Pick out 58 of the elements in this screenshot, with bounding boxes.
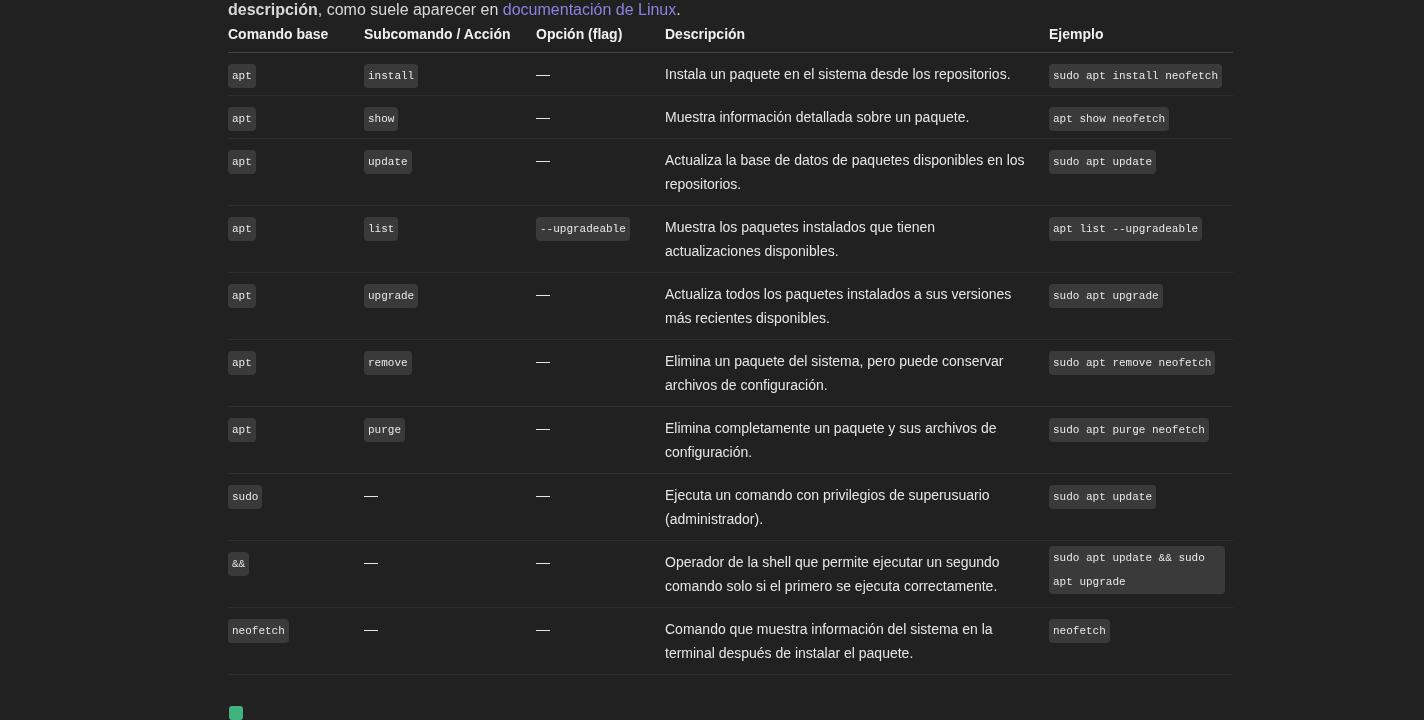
code-snippet: install (364, 64, 419, 88)
column-header: Comando base (228, 26, 329, 42)
description-text: Comando que muestra información del sistema en la terminal después de instalar el paquete. (665, 621, 993, 661)
description-text: Instala un paquete en el sistema desde los repositorios. (665, 66, 1011, 82)
description-text: Muestra información detallada sobre un paquete. (665, 109, 970, 125)
dash-text: — (536, 621, 550, 637)
docs-link[interactable]: documentación de Linux (502, 1, 677, 18)
code-snippet: neofetch (228, 619, 289, 643)
dash-text: — (536, 420, 550, 436)
code-snippet: sudo apt purge neofetch (1049, 418, 1209, 442)
code-snippet: update (364, 150, 412, 174)
code-snippet: apt (228, 351, 256, 375)
code-snippet: purge (364, 418, 405, 442)
dash-text: — (364, 487, 378, 503)
code-snippet: && (228, 552, 250, 576)
dash-text: — (364, 554, 378, 570)
description-text: Elimina un paquete del sistema, pero puede conservar archivos de configuración. (665, 353, 1004, 393)
code-snippet: apt (228, 64, 256, 88)
description-text: Ejecuta un comando con privilegios de superusuario (administrador). (665, 487, 990, 527)
dash-text: — (536, 66, 550, 82)
description-text: Elimina completamente un paquete y sus archivos de configuración. (665, 420, 997, 460)
code-snippet: sudo apt upgrade (1049, 284, 1163, 308)
intro-text: descripción, como suele aparecer en documentación de Linux. (228, 0, 682, 20)
code-snippet: sudo apt update && sudo apt upgrade (1049, 546, 1225, 594)
dash-text: — (536, 353, 550, 369)
dash-text: — (536, 109, 550, 125)
column-header: Subcomando / Acción (364, 26, 511, 42)
description-text: Actualiza la base de datos de paquetes disponibles en los repositorios. (665, 152, 1025, 192)
code-snippet: apt list --upgradeable (1049, 217, 1203, 241)
code-snippet: sudo apt update (1049, 485, 1157, 509)
dash-text: — (364, 621, 378, 637)
code-snippet: apt (228, 284, 256, 308)
code-snippet: list (364, 217, 399, 241)
code-snippet: sudo apt remove neofetch (1049, 351, 1216, 375)
code-snippet: sudo apt install neofetch (1049, 64, 1223, 88)
code-snippet: upgrade (364, 284, 419, 308)
code-snippet: remove (364, 351, 412, 375)
checkbox-icon (228, 705, 244, 720)
code-snippet: sudo apt update (1049, 150, 1157, 174)
dash-text: — (536, 152, 550, 168)
code-snippet: apt (228, 418, 256, 442)
code-snippet: --upgradeable (536, 217, 630, 241)
description-text: Actualiza todos los paquetes instalados a sus versiones más recientes disponibles. (665, 286, 1012, 326)
code-snippet: show (364, 107, 399, 131)
code-snippet: apt (228, 107, 256, 131)
code-snippet: neofetch (1049, 619, 1110, 643)
code-snippet: apt (228, 217, 256, 241)
description-text: Muestra los paquetes instalados que tienen actualizaciones disponibles. (665, 219, 936, 259)
dash-text: — (536, 286, 550, 302)
column-header: Opción (flag) (536, 26, 623, 42)
code-snippet: apt (228, 150, 256, 174)
code-snippet: apt show neofetch (1049, 107, 1170, 131)
dash-text: — (536, 487, 550, 503)
dash-text: — (536, 554, 550, 570)
description-text: Operador de la shell que permite ejecutar un segundo comando solo si el primero se ejecuta correctamente. (665, 554, 1000, 594)
column-header: Descripción (665, 26, 746, 42)
column-header: Ejemplo (1049, 26, 1104, 42)
code-snippet: sudo (228, 485, 263, 509)
